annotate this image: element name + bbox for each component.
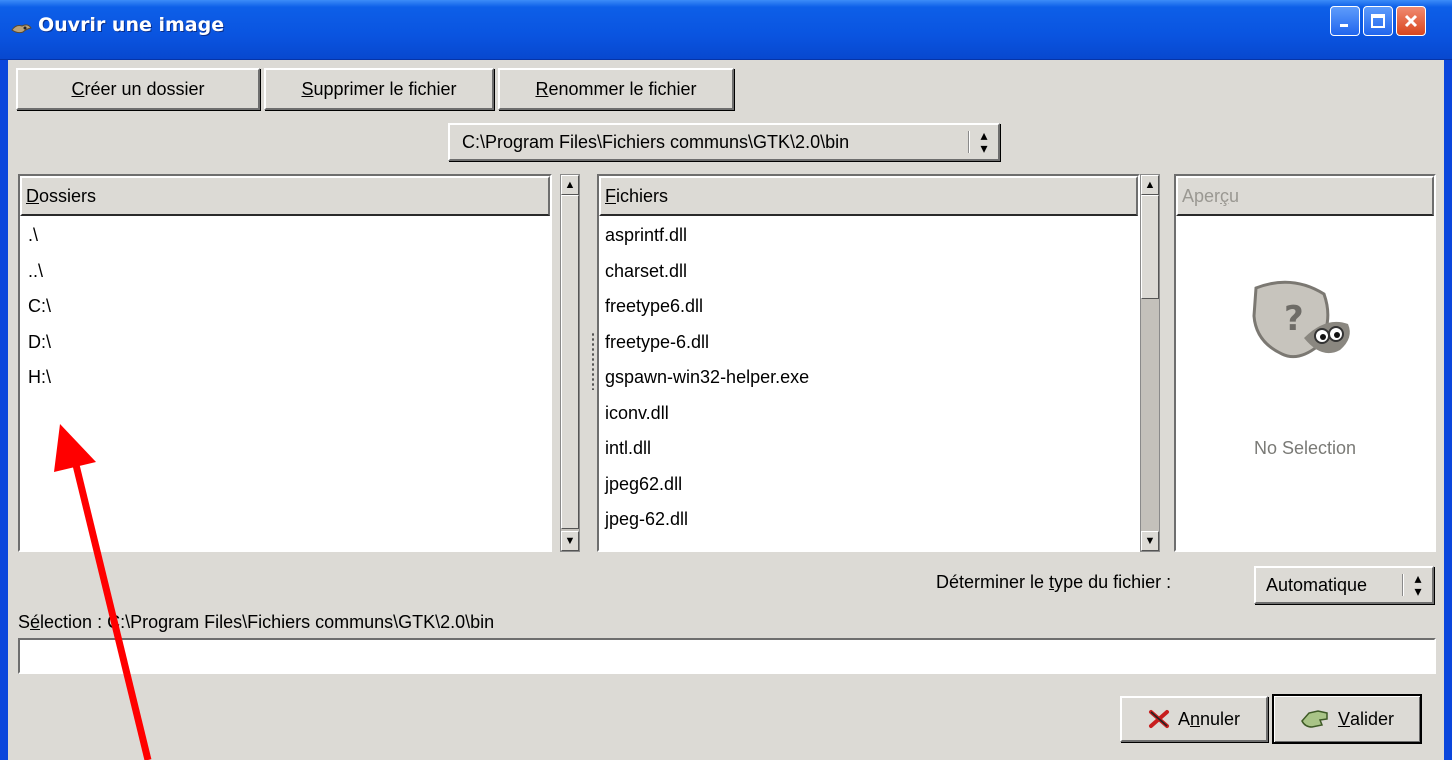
folders-header-mnemonic: D <box>26 186 39 206</box>
folder-item[interactable]: ..\ <box>20 254 550 290</box>
updown-arrow-icon: ▴ ▾ <box>980 127 988 156</box>
delete-file-label: upprimer le fichier <box>313 78 457 99</box>
folders-header-label: ossiers <box>39 186 97 206</box>
file-item[interactable]: intl.dll <box>599 431 1138 467</box>
delete-file-mnemonic: S <box>301 78 314 99</box>
minimize-button[interactable] <box>1330 6 1360 36</box>
folder-item[interactable]: H:\ <box>20 360 550 396</box>
folders-list: .\ ..\ C:\ D:\ H:\ <box>20 218 550 550</box>
arrow-down-icon: ▼ <box>1144 535 1156 547</box>
file-type-label-prefix: Déterminer le <box>936 572 1050 592</box>
ok-hand-icon <box>1301 710 1328 728</box>
selection-label-prefix: S <box>18 612 31 632</box>
file-item[interactable]: gspawn-win32-helper.exe <box>599 360 1138 396</box>
file-type-label: Déterminer le type du fichier : <box>936 572 1171 593</box>
rename-file-mnemonic: R <box>535 78 549 99</box>
scrollbar-thumb[interactable] <box>1141 195 1159 299</box>
folders-column-header[interactable]: Dossiers <box>20 176 550 216</box>
preview-header-mnemonic: ç <box>1220 186 1230 206</box>
file-item[interactable]: charset.dll <box>599 254 1138 290</box>
files-header-label: ichiers <box>616 186 669 206</box>
files-header-mnemonic: F <box>605 186 616 206</box>
validate-button[interactable]: Valider <box>1272 694 1422 744</box>
cancel-button[interactable]: An nuler <box>1120 696 1268 742</box>
pane-resize-handle[interactable] <box>591 332 595 390</box>
create-folder-button[interactable]: Créer un dossier <box>16 68 260 110</box>
file-item[interactable]: iconv.dll <box>599 396 1138 432</box>
cancel-label-rest: nuler <box>1200 708 1241 729</box>
validate-label-mnemonic: V <box>1337 708 1350 729</box>
minimize-icon <box>1340 24 1348 27</box>
title-bar[interactable]: Ouvrir une image <box>0 0 1452 60</box>
arrow-down-icon: ▼ <box>564 535 576 547</box>
files-list: asprintf.dll charset.dll freetype6.dll f… <box>599 218 1138 550</box>
preview-header-rest: u <box>1229 186 1240 206</box>
file-item[interactable]: freetype6.dll <box>599 289 1138 325</box>
preview-panel: Aperçu ? No Selection <box>1174 174 1436 552</box>
files-panel: Fichiers asprintf.dll charset.dll freety… <box>597 174 1140 552</box>
maximize-button[interactable] <box>1363 6 1393 36</box>
path-dropdown-value: C:\Program Files\Fichiers communs\GTK\2.… <box>462 131 850 152</box>
file-item[interactable]: asprintf.dll <box>599 218 1138 254</box>
dialog-window: Ouvrir une image Créer un dossier Suppri… <box>0 0 1452 760</box>
arrow-up-icon: ▲ <box>1144 179 1156 191</box>
create-folder-mnemonic: C <box>71 78 85 99</box>
arrow-up-icon: ▲ <box>564 179 576 191</box>
validate-label-rest: alider <box>1349 708 1395 729</box>
combo-separator <box>1402 574 1404 596</box>
folder-item[interactable]: C:\ <box>20 289 550 325</box>
window-title: Ouvrir une image <box>38 14 225 36</box>
folders-panel: Dossiers .\ ..\ C:\ D:\ H:\ <box>18 174 552 552</box>
combo-separator <box>968 131 970 153</box>
question-mark-wilber-icon: ? <box>1252 280 1350 359</box>
file-type-label-rest: ype du fichier : <box>1054 572 1172 592</box>
close-icon <box>1404 14 1418 28</box>
selection-label-rest: lection : C:\Program Files\Fichiers comm… <box>40 612 495 632</box>
svg-text:?: ? <box>1284 299 1304 339</box>
scroll-up-button[interactable]: ▲ <box>561 175 579 195</box>
file-item[interactable]: freetype-6.dll <box>599 325 1138 361</box>
preview-header-prefix: Aper <box>1182 186 1221 206</box>
scroll-down-button[interactable]: ▼ <box>1141 531 1159 551</box>
gimp-app-icon <box>11 24 32 34</box>
scrollbar-thumb[interactable] <box>561 195 579 529</box>
scroll-up-button[interactable]: ▲ <box>1141 175 1159 195</box>
updown-arrow-icon: ▴ ▾ <box>1414 570 1422 599</box>
no-selection-text: No Selection <box>1253 438 1357 458</box>
selection-label-mnemonic: é <box>30 612 41 632</box>
file-item[interactable]: jpeg-62.dll <box>599 502 1138 538</box>
selection-input[interactable] <box>18 638 1436 674</box>
files-scrollbar[interactable]: ▲ ▼ <box>1140 174 1160 552</box>
path-dropdown[interactable]: C:\Program Files\Fichiers communs\GTK\2.… <box>448 123 1000 161</box>
selection-label: Sélection : C:\Program Files\Fichiers co… <box>18 612 494 633</box>
folders-scrollbar[interactable]: ▲ ▼ <box>560 174 580 552</box>
create-folder-label: réer un dossier <box>84 78 205 99</box>
files-column-header[interactable]: Fichiers <box>599 176 1138 216</box>
rename-file-button[interactable]: Renommer le fichier <box>498 68 734 110</box>
scroll-down-button[interactable]: ▼ <box>561 531 579 551</box>
preview-column-header: Aperçu <box>1176 176 1434 216</box>
folder-item[interactable]: .\ <box>20 218 550 254</box>
maximize-icon <box>1371 14 1385 28</box>
cancel-label-mnemonic: n <box>1189 708 1200 729</box>
delete-file-button[interactable]: Supprimer le fichier <box>264 68 494 110</box>
file-type-value: Automatique <box>1266 574 1368 595</box>
file-type-dropdown[interactable]: Automatique ▴ ▾ <box>1254 566 1434 604</box>
rename-file-label: enommer le fichier <box>548 78 697 99</box>
close-button[interactable] <box>1396 6 1426 36</box>
file-item[interactable]: jpeg62.dll <box>599 467 1138 503</box>
dialog-client-area: Créer un dossier Supprimer le fichier Re… <box>8 60 1444 760</box>
cancel-x-icon <box>1148 710 1169 728</box>
folder-item[interactable]: D:\ <box>20 325 550 361</box>
cancel-label-prefix: A <box>1177 708 1190 729</box>
